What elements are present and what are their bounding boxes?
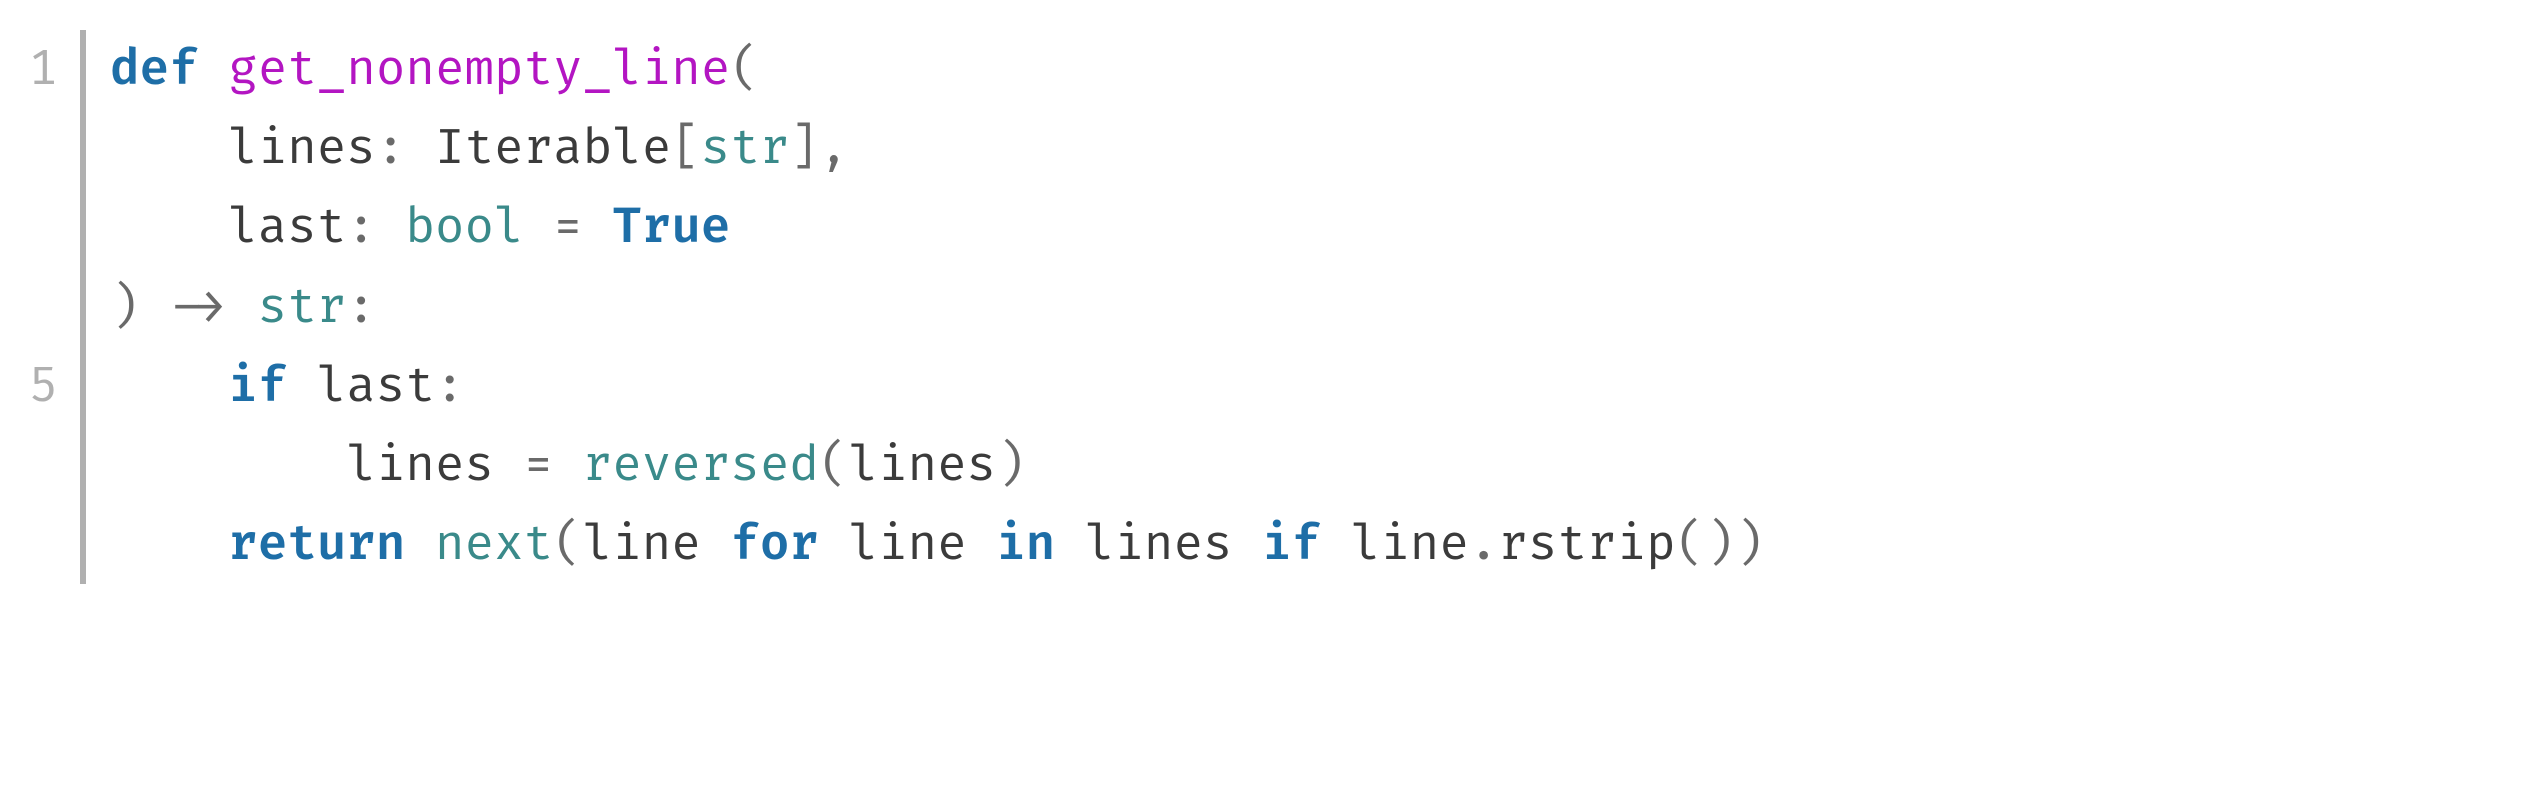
token-nm: line <box>1351 515 1469 574</box>
token-nm: rstrip <box>1498 515 1675 574</box>
token-ty: reversed <box>583 436 819 495</box>
token-nm: Iterable <box>435 119 671 178</box>
token-nm: lines <box>228 119 376 178</box>
token-pun: : <box>435 357 465 416</box>
token-kw: in <box>996 515 1055 574</box>
token-sp <box>228 278 258 337</box>
code-block: def get_nonempty_line( lines: Iterable[s… <box>110 30 1764 584</box>
token-pun: ( <box>553 515 583 574</box>
token-sp <box>1233 515 1263 574</box>
token-pun: ()) <box>1676 515 1765 574</box>
token-nm: last <box>228 198 346 257</box>
code-line: lines = reversed(lines) <box>110 426 1764 505</box>
code-line: last: bool = True <box>110 188 1764 267</box>
token-sp <box>287 357 317 416</box>
token-sp <box>110 119 228 178</box>
line-number: 5 <box>20 347 58 426</box>
token-sp <box>819 515 849 574</box>
token-kw: if <box>228 357 287 416</box>
token-sp <box>494 436 524 495</box>
token-kw: for <box>730 515 819 574</box>
line-number: 1 <box>20 30 58 109</box>
token-nm: lines <box>346 436 494 495</box>
token-kw: if <box>1262 515 1321 574</box>
token-pun: ) <box>110 278 140 337</box>
token-ty: bool <box>405 198 523 257</box>
token-sp <box>110 515 228 574</box>
token-op: = <box>524 436 554 495</box>
code-line: if last: <box>110 347 1764 426</box>
token-ty: str <box>258 278 347 337</box>
token-pun: . <box>1469 515 1499 574</box>
token-sp <box>405 515 435 574</box>
token-sp <box>199 40 229 99</box>
token-kw: return <box>228 515 405 574</box>
token-sp <box>583 198 613 257</box>
token-sp <box>1321 515 1351 574</box>
code-line: def get_nonempty_line( <box>110 30 1764 109</box>
token-pun: ( <box>730 40 760 99</box>
token-pun: [ <box>671 119 701 178</box>
code-line: ) -> str: <box>110 268 1764 347</box>
token-op: -> <box>169 278 228 337</box>
token-pun: ) <box>996 436 1026 495</box>
token-fn: get_nonempty_line <box>228 40 730 99</box>
token-sp <box>110 436 346 495</box>
token-pun: ] <box>789 119 819 178</box>
token-const: True <box>612 198 730 257</box>
token-nm: line <box>849 515 967 574</box>
token-nm: last <box>317 357 435 416</box>
token-pun: : <box>346 198 405 257</box>
line-number-gutter: 1 5 <box>20 30 80 584</box>
token-sp <box>524 198 554 257</box>
token-sp <box>967 515 997 574</box>
token-sp <box>701 515 731 574</box>
token-nm: lines <box>1085 515 1233 574</box>
token-kw: def <box>110 40 199 99</box>
token-ty: next <box>435 515 553 574</box>
token-ty: str <box>701 119 790 178</box>
token-pun: : <box>346 278 376 337</box>
token-sp <box>1055 515 1085 574</box>
token-sp <box>140 278 170 337</box>
token-sp <box>110 357 228 416</box>
code-line: return next(line for line in lines if li… <box>110 505 1764 584</box>
token-sp <box>110 198 228 257</box>
token-pun: : <box>376 119 435 178</box>
code-line: lines: Iterable[str], <box>110 109 1764 188</box>
token-sp <box>553 436 583 495</box>
token-pun: ( <box>819 436 849 495</box>
token-pun: , <box>819 119 849 178</box>
token-nm: lines <box>849 436 997 495</box>
gutter-rule <box>80 30 86 584</box>
token-nm: line <box>583 515 701 574</box>
token-op: = <box>553 198 583 257</box>
